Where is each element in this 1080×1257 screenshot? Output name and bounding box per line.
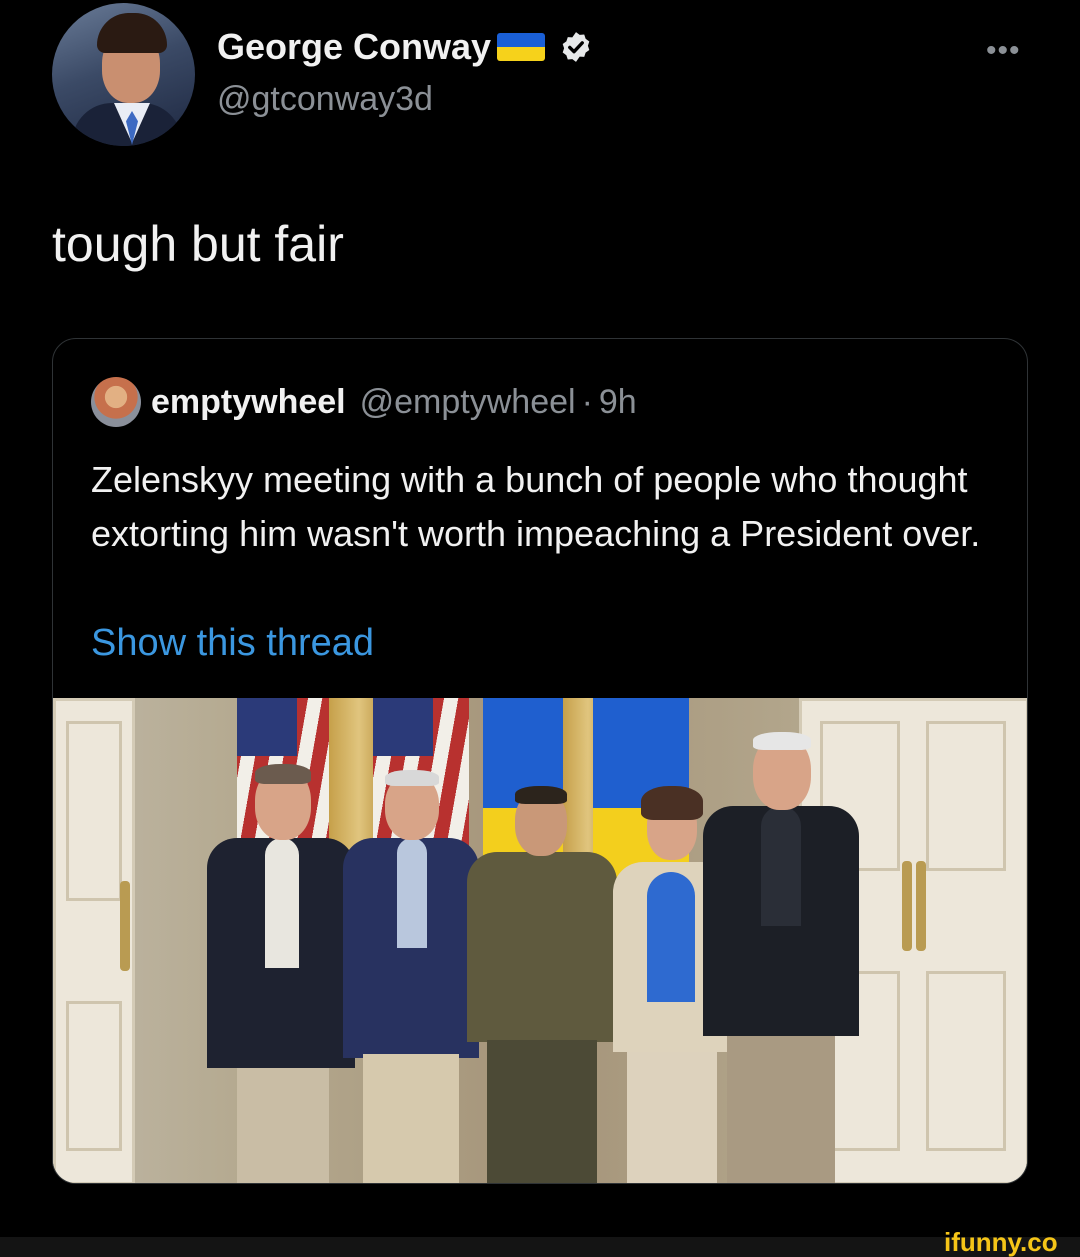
author-avatar[interactable] xyxy=(52,3,195,146)
quoted-author-name[interactable]: emptywheel xyxy=(151,383,346,422)
person-1 xyxy=(207,764,357,1183)
ifunny-watermark: ifunny.co xyxy=(944,1227,1058,1257)
ukraine-flag-icon xyxy=(497,33,546,61)
author-name-text: George Conway xyxy=(217,26,492,67)
person-5 xyxy=(703,732,863,1183)
author-handle[interactable]: @gtconway3d xyxy=(217,80,433,119)
separator-dot: · xyxy=(581,383,593,421)
bottom-bar xyxy=(0,1237,1080,1257)
quoted-author-avatar[interactable] xyxy=(91,377,141,427)
quoted-tweet-header: emptywheel @emptywheel · 9h xyxy=(151,383,637,422)
quoted-tweet-timestamp[interactable]: 9h xyxy=(599,383,637,422)
left-door xyxy=(53,698,135,1183)
more-options-icon[interactable]: ••• xyxy=(986,34,1021,68)
verified-badge-icon xyxy=(562,32,590,62)
tweet-text: tough but fair xyxy=(52,216,344,272)
quoted-tweet-text: Zelenskyy meeting with a bunch of people… xyxy=(91,459,981,554)
person-2 xyxy=(343,770,483,1183)
author-display-name[interactable]: George Conway xyxy=(217,26,593,68)
quoted-author-handle[interactable]: @emptywheel xyxy=(360,383,576,422)
show-thread-link[interactable]: Show this thread xyxy=(91,622,374,665)
tweet-photo[interactable] xyxy=(53,698,1027,1183)
quoted-tweet-card[interactable]: emptywheel @emptywheel · 9h Zelenskyy me… xyxy=(52,338,1028,1184)
person-3 xyxy=(467,786,617,1183)
